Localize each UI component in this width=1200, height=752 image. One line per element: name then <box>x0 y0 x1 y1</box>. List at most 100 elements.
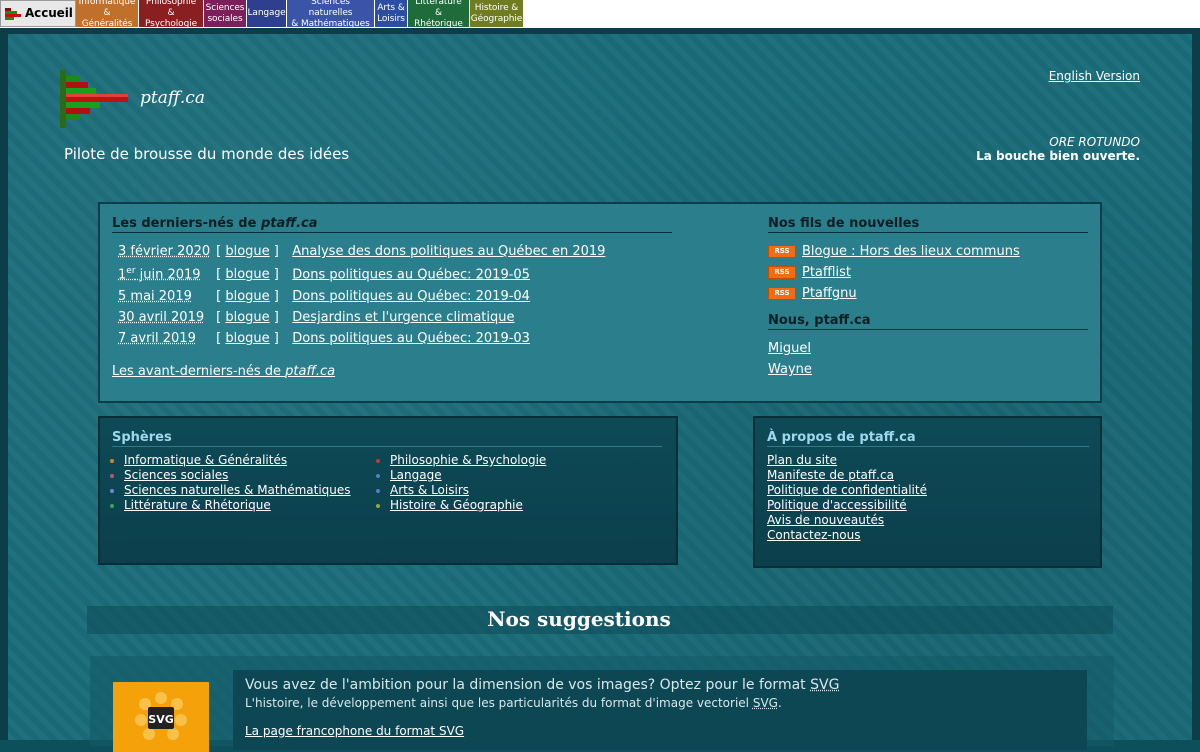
news-category-link[interactable]: blogue <box>225 289 269 304</box>
nav-litterature[interactable]: Littérature & Rhétorique <box>408 0 469 29</box>
about-panel: À propos de ptaff.ca Plan du site Manife… <box>753 416 1102 568</box>
nav-sciences-naturelles[interactable]: Sciences naturelles & Mathématiques <box>287 0 374 29</box>
about-link-privacy[interactable]: Politique de confidentialité <box>767 483 927 497</box>
site-tagline: Pilote de brousse du monde des idées <box>64 145 350 163</box>
news-category: [ blogue ] <box>216 244 279 259</box>
about-link-manifesto[interactable]: Manifeste de ptaff.ca <box>767 468 894 482</box>
news-item: 1er juin 2019 [ blogue ] Dons politiques… <box>118 266 530 282</box>
bullet-icon <box>110 459 114 463</box>
sphere-link[interactable]: Histoire & Géographie <box>390 498 523 512</box>
news-date[interactable]: 7 avril 2019 <box>118 331 212 346</box>
news-category-link[interactable]: blogue <box>225 267 269 282</box>
news-category-link[interactable]: blogue <box>225 331 269 346</box>
news-item: 3 février 2020 [ blogue ] Analyse des do… <box>118 244 605 259</box>
nav-histoire[interactable]: Histoire & Géographie <box>470 0 523 27</box>
news-category-link[interactable]: blogue <box>225 244 269 259</box>
older-news-link[interactable]: Les avant-derniers-nés de ptaff.ca <box>112 364 335 379</box>
suggestion-line-1-text: Vous avez de l'ambition pour la dimensio… <box>245 677 811 693</box>
ptaff-mini-logo-icon <box>5 7 21 20</box>
latest-news-heading: Les derniers-nés de ptaff.ca <box>112 216 672 233</box>
news-title-link[interactable]: Desjardins et l'urgence climatique <box>292 310 514 325</box>
rss-icon: RSS <box>768 266 796 279</box>
older-news-text: Les avant-derniers-nés de <box>112 364 286 379</box>
sphere-link[interactable]: Sciences naturelles & Mathématiques <box>124 483 351 497</box>
site-name[interactable]: ptaff.ca <box>140 88 205 108</box>
nav-label-line2: & Généralités <box>81 8 133 29</box>
about-heading: À propos de ptaff.ca <box>767 430 1089 447</box>
sphere-link[interactable]: Arts & Loisirs <box>390 483 469 497</box>
ptaff-logo-icon[interactable] <box>60 70 132 128</box>
nav-philosophie[interactable]: Philosophie & Psychologie <box>139 0 203 29</box>
bullet-icon <box>376 504 380 508</box>
top-navigation-bar: Accueil Informatique & Généralités Philos… <box>0 0 1200 29</box>
svg-format-logo-icon[interactable]: SVG <box>113 682 209 752</box>
nav-label-line1: Sciences naturelles <box>308 0 353 18</box>
spheres-heading: Sphères <box>112 430 662 447</box>
english-version-link[interactable]: English Version <box>1049 69 1140 83</box>
about-link-accessibility[interactable]: Politique d'accessibilité <box>767 498 907 512</box>
news-title-link[interactable]: Dons politiques au Québec: 2019-05 <box>292 267 530 282</box>
news-date[interactable]: 1er juin 2019 <box>118 266 212 282</box>
news-date[interactable]: 3 février 2020 <box>118 244 212 259</box>
sphere-link[interactable]: Sciences sociales <box>124 468 228 482</box>
svg-page-link[interactable]: La page francophone du format SVG <box>245 724 464 738</box>
news-date[interactable]: 30 avril 2019 <box>118 310 212 325</box>
nav-arts-loisirs[interactable]: Arts & Loisirs <box>375 0 407 27</box>
feed-link[interactable]: Ptafflist <box>802 265 851 280</box>
nav-label-line2: & Psychologie <box>144 8 198 29</box>
spheres-panel: Sphères Informatique & Généralités Scien… <box>98 416 678 565</box>
news-title-link[interactable]: Dons politiques au Québec: 2019-04 <box>292 289 530 304</box>
rss-icon: RSS <box>768 287 796 300</box>
nav-home-label: Accueil <box>25 6 73 20</box>
suggestion-line-2-suffix: . <box>777 696 782 710</box>
news-title-link[interactable]: Dons politiques au Québec: 2019-03 <box>292 331 530 346</box>
latest-news-panel: Les derniers-nés de ptaff.ca 3 février 2… <box>98 202 1102 403</box>
motto-subtitle: La bouche bien ouverte. <box>976 149 1140 163</box>
nav-label-line2: Géographie <box>470 13 523 24</box>
news-item: 5 mai 2019 [ blogue ] Dons politiques au… <box>118 289 530 304</box>
bullet-icon <box>110 474 114 478</box>
feed-link[interactable]: Blogue : Hors des lieux communs <box>802 244 1020 259</box>
nav-label-line1: Informatique <box>78 0 136 7</box>
feed-item[interactable]: RSS Ptaffgnu <box>768 286 857 301</box>
us-heading: Nous, ptaff.ca <box>768 313 1088 330</box>
feed-link[interactable]: Ptaffgnu <box>802 286 857 301</box>
news-category: [ blogue ] <box>216 331 279 346</box>
sphere-link[interactable]: Langage <box>390 468 442 482</box>
about-link-contact[interactable]: Contactez-nous <box>767 528 861 542</box>
nav-informatique[interactable]: Informatique & Généralités <box>76 0 138 29</box>
nav-langage[interactable]: Langage <box>247 0 286 27</box>
news-item: 30 avril 2019 [ blogue ] Desjardins et l… <box>118 310 515 325</box>
suggestion-line-2-text: L'histoire, le développement ainsi que l… <box>245 696 753 710</box>
author-link-wayne[interactable]: Wayne <box>768 362 812 377</box>
bullet-icon <box>376 489 380 493</box>
about-link-sitemap[interactable]: Plan du site <box>767 453 837 467</box>
bullet-icon <box>376 459 380 463</box>
news-title-link[interactable]: Analyse des dons politiques au Québec en… <box>292 244 605 259</box>
suggestion-line-1: Vous avez de l'ambition pour la dimensio… <box>245 677 839 693</box>
feed-item[interactable]: RSS Ptafflist <box>768 265 851 280</box>
svg-abbr: SVG <box>810 677 840 693</box>
news-category: [ blogue ] <box>216 267 279 283</box>
news-date-rest: juin 2019 <box>135 267 201 283</box>
author-link-miguel[interactable]: Miguel <box>768 341 811 356</box>
bullet-icon <box>110 504 114 508</box>
sphere-link[interactable]: Philosophie & Psychologie <box>390 453 546 467</box>
suggestions-heading: Nos suggestions <box>487 607 671 631</box>
nav-label-line1: Littérature <box>415 0 462 7</box>
svg-abbr: SVG <box>752 696 778 710</box>
news-category-link[interactable]: blogue <box>225 310 269 325</box>
news-date-text: 7 avril 2019 <box>118 331 196 346</box>
suggestion-line-2: L'histoire, le développement ainsi que l… <box>245 696 782 710</box>
about-link-updates[interactable]: Avis de nouveautés <box>767 513 884 527</box>
sphere-link[interactable]: Informatique & Généralités <box>124 453 287 467</box>
nav-label-line2: Loisirs <box>377 13 405 24</box>
news-date[interactable]: 5 mai 2019 <box>118 289 212 304</box>
sphere-link[interactable]: Littérature & Rhétorique <box>124 498 271 512</box>
nav-sciences-sociales[interactable]: Sciences sociales <box>204 0 246 27</box>
news-category: [ blogue ] <box>216 310 279 325</box>
feed-item[interactable]: RSS Blogue : Hors des lieux communs <box>768 244 1020 259</box>
nav-home-button[interactable]: Accueil <box>0 0 76 27</box>
rss-icon: RSS <box>768 245 796 258</box>
nav-label-line1: Philosophie <box>145 0 197 7</box>
